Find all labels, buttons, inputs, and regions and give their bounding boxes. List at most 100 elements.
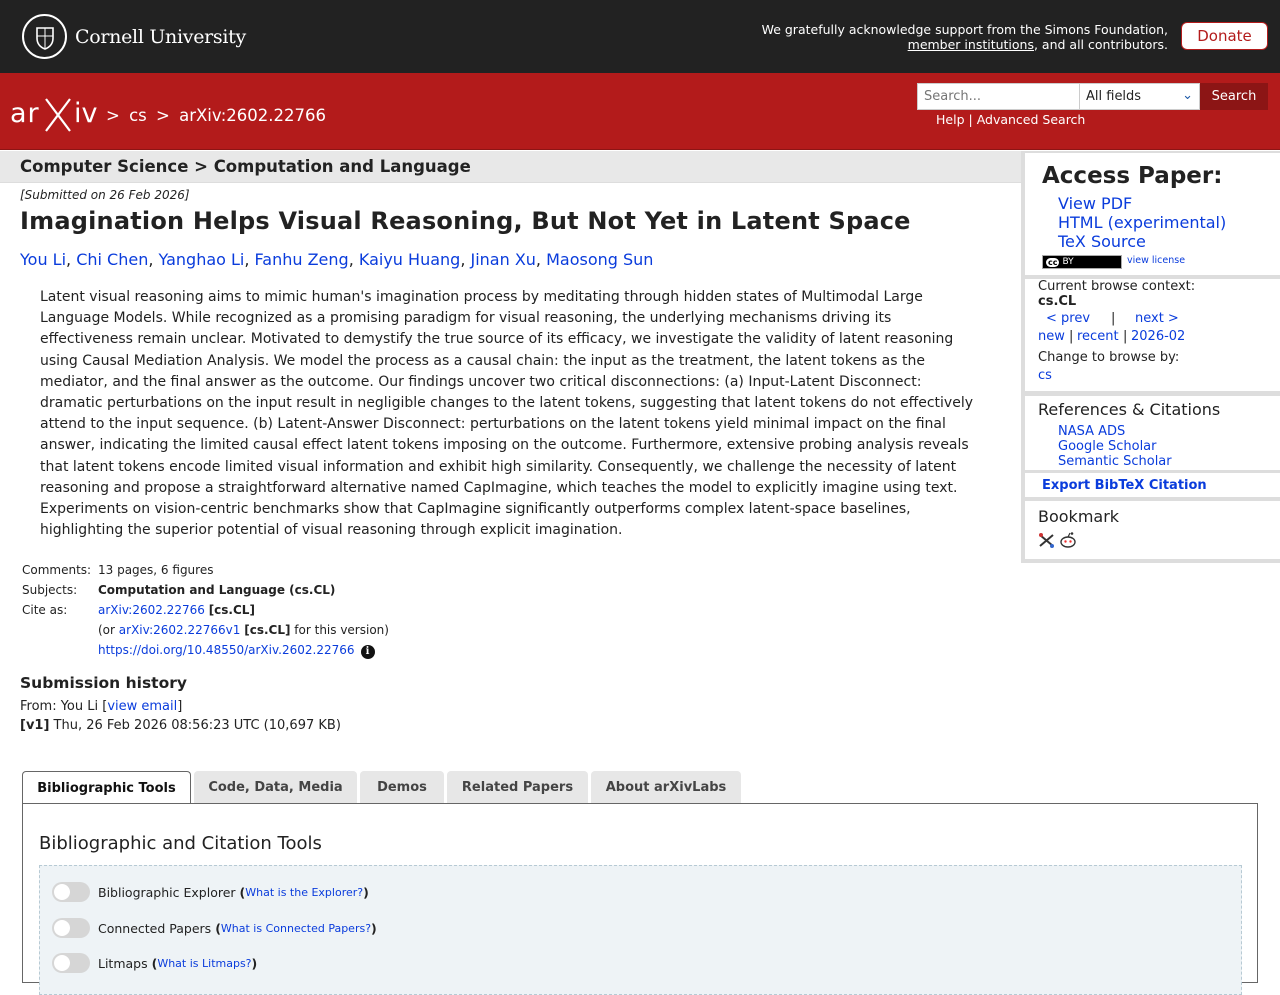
- cornell-logo[interactable]: Cornell University: [22, 14, 246, 59]
- tab-about-arxivlabs[interactable]: About arXivLabs: [591, 771, 741, 803]
- tab-demos[interactable]: Demos: [360, 771, 444, 803]
- crumb-separator: >: [106, 106, 120, 125]
- author-link[interactable]: You Li: [20, 250, 66, 269]
- browse-context-box: Current browse context: cs.CL < prev | n…: [1025, 279, 1280, 391]
- version-label: [v1]: [20, 718, 50, 733]
- cite-v1-link[interactable]: arXiv:2602.22766v1: [119, 623, 241, 637]
- comments-value: 13 pages, 6 figures: [98, 563, 214, 577]
- submission-date: [Submitted on 26 Feb 2026]: [20, 188, 190, 202]
- author-link[interactable]: Jinan Xu: [470, 250, 535, 269]
- author-link[interactable]: Fanhu Zeng: [255, 250, 349, 269]
- sidebar: Access Paper: View PDF HTML (experimenta…: [1021, 151, 1280, 563]
- tab-code-data-media[interactable]: Code, Data, Media: [194, 771, 357, 803]
- tool-row: Litmaps (What is Litmaps?): [52, 951, 257, 975]
- tool-row: Connected Papers (What is Connected Pape…: [52, 916, 377, 940]
- tool-help-link[interactable]: What is Connected Papers?: [221, 922, 371, 935]
- member-institutions-link[interactable]: member institutions: [908, 37, 1034, 52]
- svg-text:ar: ar: [10, 98, 40, 129]
- cite-id-link[interactable]: arXiv:2602.22766: [98, 603, 205, 617]
- acknowledgement: We gratefully acknowledge support from t…: [762, 22, 1168, 52]
- crumb-paper-id: arXiv:2602.22766: [179, 106, 327, 125]
- view-license-link[interactable]: view license: [1127, 255, 1185, 266]
- recent-link[interactable]: recent: [1077, 329, 1119, 344]
- google-scholar-link[interactable]: Google Scholar: [1058, 439, 1157, 454]
- next-link[interactable]: next >: [1135, 311, 1179, 326]
- tools-box: Bibliographic Explorer (What is the Expl…: [39, 865, 1242, 995]
- separator: |: [1069, 329, 1074, 344]
- info-icon[interactable]: i: [360, 645, 375, 659]
- toggle-switch[interactable]: [52, 918, 90, 938]
- browse-cs-link[interactable]: cs: [1038, 368, 1052, 383]
- tab-bibliographic-tools[interactable]: Bibliographic Tools: [22, 771, 191, 805]
- tool-name: Connected Papers: [98, 920, 212, 936]
- tool-help-link[interactable]: What is the Explorer?: [245, 886, 363, 899]
- subject-breadcrumb: Computer Science > Computation and Langu…: [20, 157, 471, 176]
- access-paper-box: Access Paper: View PDF HTML (experimenta…: [1025, 153, 1280, 275]
- subject-bar: Computer Science > Computation and Langu…: [0, 151, 1021, 183]
- cc-license-badge[interactable]: cc BY: [1042, 255, 1122, 269]
- cite-for-version: for this version): [294, 623, 389, 637]
- tab-related-papers[interactable]: Related Papers: [447, 771, 588, 803]
- advanced-search-link[interactable]: Advanced Search: [977, 112, 1086, 127]
- tab-panel: Bibliographic and Citation Tools Bibliog…: [22, 803, 1258, 995]
- author-link[interactable]: Maosong Sun: [546, 250, 653, 269]
- ack-line1: We gratefully acknowledge support from t…: [761, 22, 1168, 37]
- arxiv-logo[interactable]: ar iv: [10, 93, 102, 135]
- search-button[interactable]: Search: [1200, 83, 1268, 110]
- prev-link[interactable]: < prev: [1046, 311, 1090, 326]
- nasa-ads-link[interactable]: NASA ADS: [1058, 424, 1125, 439]
- submission-from: From: You Li [view email]: [20, 699, 182, 714]
- html-experimental-link[interactable]: HTML (experimental): [1058, 213, 1226, 232]
- tool-name: Litmaps: [98, 955, 148, 971]
- comments-label: Comments:: [22, 563, 92, 577]
- paper-title: Imagination Helps Visual Reasoning, But …: [20, 207, 911, 235]
- toggle-switch[interactable]: [52, 953, 90, 973]
- bibsonomy-icon[interactable]: [1038, 532, 1055, 553]
- browse-context-label: Current browse context:: [1038, 279, 1196, 294]
- subjects-label: Subjects:: [22, 583, 78, 597]
- month-link[interactable]: 2026-02: [1131, 329, 1185, 344]
- tool-help-link[interactable]: What is Litmaps?: [157, 957, 251, 970]
- help-link[interactable]: Help: [936, 112, 965, 127]
- export-bibtex-link[interactable]: Export BibTeX Citation: [1042, 478, 1207, 493]
- panel-title: Bibliographic and Citation Tools: [39, 833, 322, 854]
- from-close: ]: [177, 699, 183, 714]
- doi-link[interactable]: https://doi.org/10.48550/arXiv.2602.2276…: [98, 643, 355, 657]
- help-links: Help | Advanced Search: [936, 112, 1085, 127]
- access-paper-title: Access Paper:: [1042, 163, 1223, 189]
- change-browse-label: Change to browse by:: [1038, 350, 1180, 365]
- toggle-switch[interactable]: [52, 882, 90, 902]
- abstract: Latent visual reasoning aims to mimic hu…: [40, 289, 974, 539]
- author-link[interactable]: Chi Chen: [76, 250, 148, 269]
- view-email-link[interactable]: view email: [107, 699, 177, 714]
- search-input[interactable]: [917, 83, 1080, 110]
- references-box: References & Citations NASA ADS Google S…: [1025, 396, 1280, 470]
- author-link[interactable]: Kaiyu Huang: [359, 250, 460, 269]
- new-link[interactable]: new: [1038, 329, 1065, 344]
- bookmark-box: Bookmark: [1025, 501, 1280, 559]
- semantic-scholar-link[interactable]: Semantic Scholar: [1058, 454, 1172, 469]
- submission-history-title: Submission history: [20, 674, 187, 692]
- version-v1: [v1] Thu, 26 Feb 2026 08:56:23 UTC (10,6…: [20, 718, 341, 733]
- tool-name: Bibliographic Explorer: [98, 884, 236, 900]
- metadata-table: Comments: 13 pages, 6 figures Subjects: …: [20, 562, 391, 662]
- reddit-icon[interactable]: [1059, 531, 1077, 553]
- svg-text:iv: iv: [74, 98, 98, 129]
- tex-source-link[interactable]: TeX Source: [1058, 232, 1146, 251]
- crumb-separator: >: [156, 106, 170, 125]
- view-pdf-link[interactable]: View PDF: [1058, 194, 1132, 213]
- cite-v1-tag: [cs.CL]: [244, 623, 291, 637]
- arxiv-header: ar iv > cs > arXiv:2602.22766 All fields…: [0, 73, 1280, 150]
- author-link[interactable]: Yanghao Li: [159, 250, 245, 269]
- chevron-down-icon: ⌄: [1182, 88, 1193, 103]
- crumb-cs[interactable]: cs: [129, 106, 147, 125]
- bookmark-title: Bookmark: [1038, 507, 1120, 526]
- donate-button[interactable]: Donate: [1181, 22, 1268, 50]
- search-field-select[interactable]: All fields ⌄: [1079, 83, 1200, 110]
- cite-or: (or: [98, 623, 115, 637]
- cite-label: Cite as:: [22, 603, 68, 617]
- cc-label: BY: [1062, 257, 1074, 267]
- ack-line2: , and all contributors.: [1033, 37, 1168, 52]
- cc-icon: cc: [1046, 257, 1060, 267]
- cornell-university-name: Cornell University: [75, 25, 246, 48]
